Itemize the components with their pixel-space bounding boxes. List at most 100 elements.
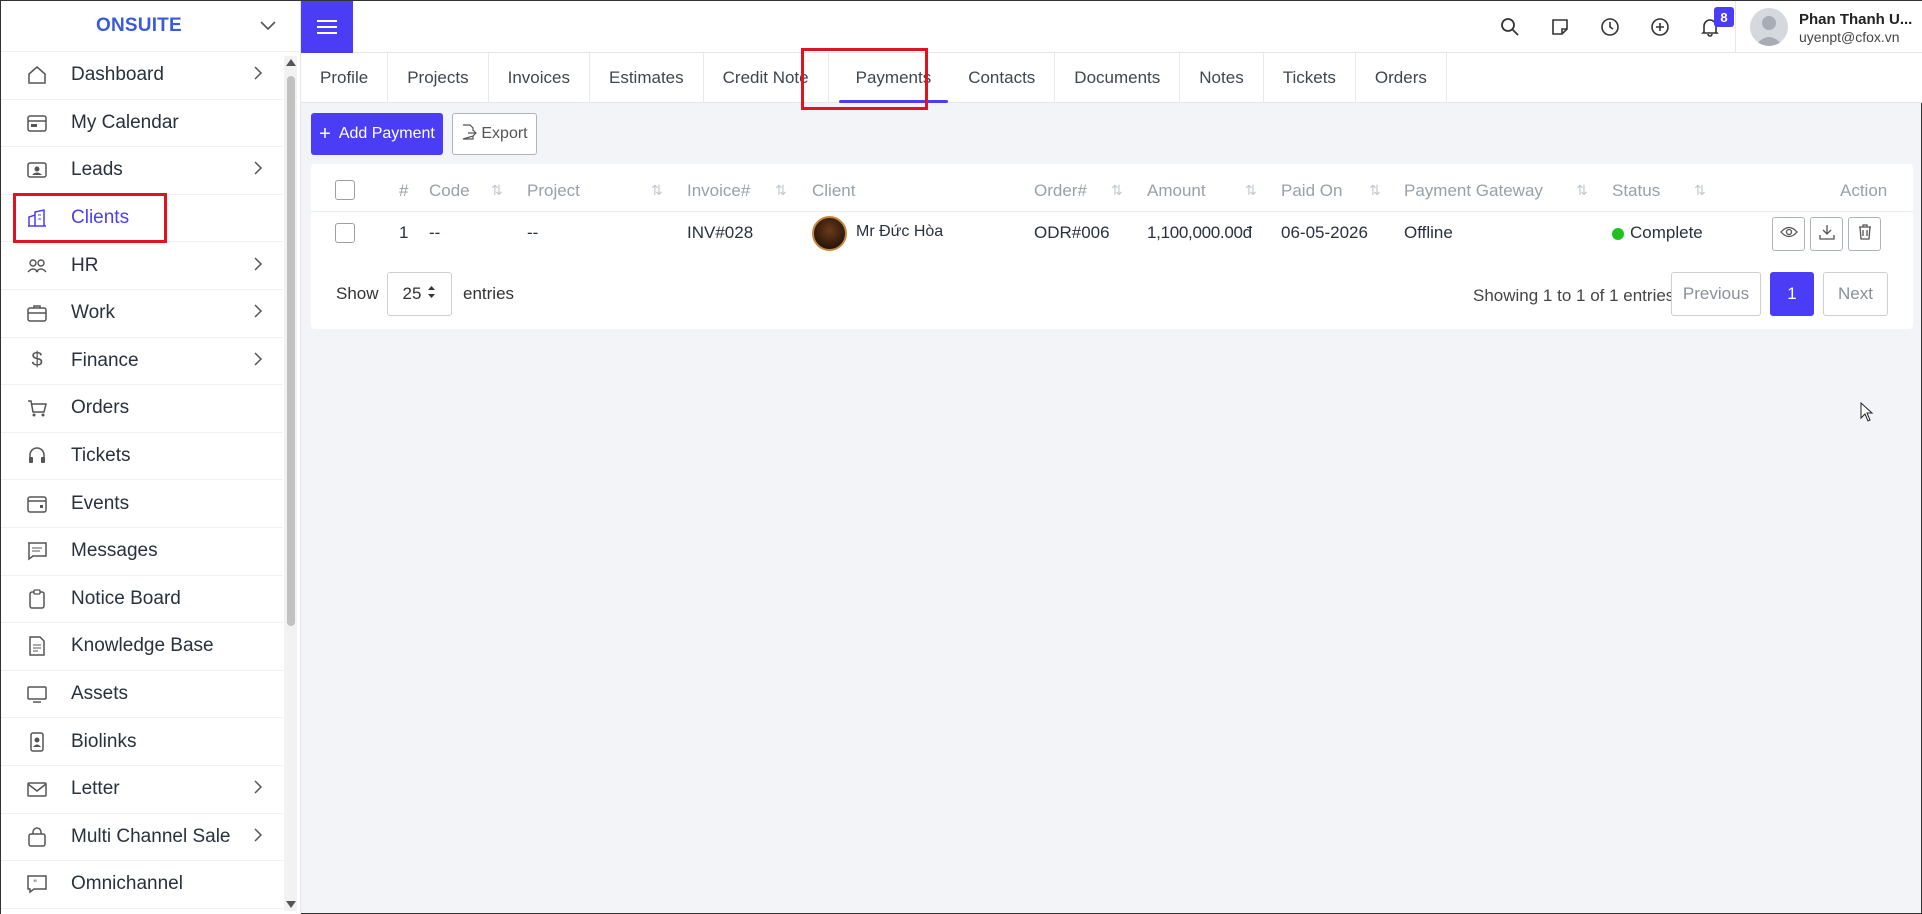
menu-toggle-button[interactable] [301,1,353,53]
column-header-payment-gateway[interactable]: Payment Gateway [1404,181,1543,201]
sidebar-item-orders[interactable]: Orders [1,385,283,433]
scroll-up-arrow-icon[interactable] [286,59,296,66]
sidebar-item-knowledge-base[interactable]: Knowledge Base [1,623,283,671]
sidebar-item-label: Notice Board [71,587,181,609]
column-header-amount[interactable]: Amount [1147,181,1206,201]
client-avatar[interactable] [812,216,847,251]
monitor-icon [25,682,49,706]
chevron-right-icon [254,304,263,322]
tab-documents[interactable]: Documents [1055,53,1181,103]
column-header-invoice[interactable]: Invoice# [687,181,750,201]
sort-icon[interactable]: ⇅ [491,182,503,199]
avatar[interactable] [1750,8,1788,46]
sidebar-item-multi-channel-sale[interactable]: Multi Channel Sale [1,814,283,862]
sidebar-item-label: Knowledge Base [71,635,214,657]
header-divider [1735,1,1736,53]
tab-payments[interactable]: Payments [829,53,959,103]
clock-icon[interactable] [1598,15,1622,39]
sort-icon[interactable]: ⇅ [1111,182,1123,199]
status-badge: Complete [1612,223,1703,243]
calendar-icon [25,111,49,135]
sort-icon[interactable]: ⇅ [1576,182,1588,199]
scrollbar-thumb[interactable] [287,76,295,626]
column-header-paid-on[interactable]: Paid On [1281,181,1342,201]
sidebar-item-letter[interactable]: Letter [1,766,283,814]
previous-page-button[interactable]: Previous [1671,272,1761,316]
sidebar-item-notice-board[interactable]: Notice Board [1,576,283,624]
sidebar-item-biolinks[interactable]: Biolinks [1,718,283,766]
export-icon [461,123,478,145]
row-invoice-link[interactable]: INV#028 [687,223,753,243]
tab-invoices[interactable]: Invoices [489,53,590,103]
sticky-note-icon[interactable] [1548,15,1572,39]
row-code: -- [429,223,441,242]
sidebar-item-omnichannel[interactable]: " Omnichannel [1,861,283,909]
column-header-code[interactable]: Code [429,181,470,201]
tab-notes[interactable]: Notes [1180,53,1264,103]
download-button[interactable] [1810,217,1843,251]
user-name[interactable]: Phan Thanh U... [1799,11,1912,28]
search-icon[interactable] [1498,15,1522,39]
add-payment-label: Add Payment [338,125,435,142]
tab-profile[interactable]: Profile [301,53,389,103]
sort-icon[interactable]: ⇅ [1369,182,1381,199]
clipboard-icon [25,587,49,611]
sidebar-item-finance[interactable]: $ Finance [1,338,283,386]
plus-circle-icon[interactable] [1648,15,1672,39]
payments-table-card: # Code ⇅ Project ⇅ Invoice# ⇅ Client Ord… [311,164,1913,329]
row-checkbox[interactable] [335,223,355,243]
sidebar-item-label: My Calendar [71,111,179,133]
sort-icon[interactable]: ⇅ [651,182,663,199]
sidebar-item-my-calendar[interactable]: My Calendar [1,100,283,148]
brand-name: ONSUITE [96,15,182,36]
sidebar-item-clients[interactable]: Clients [1,195,283,243]
tab-projects[interactable]: Projects [388,53,489,103]
delete-button[interactable] [1848,217,1881,251]
sort-icon[interactable]: ⇅ [1245,182,1257,199]
chat-quote-icon: " [25,872,49,896]
tab-contacts[interactable]: Contacts [958,53,1056,103]
sidebar-item-label: Tickets [71,445,131,467]
sidebar-item-assets[interactable]: Assets [1,671,283,719]
sidebar-item-events[interactable]: Events [1,480,283,528]
message-icon [25,539,49,563]
row-order-link[interactable]: ODR#006 [1034,223,1110,243]
user-email: uyenpt@cfox.vn [1799,29,1900,45]
next-page-button[interactable]: Next [1823,272,1888,316]
sidebar-item-work[interactable]: Work [1,290,283,338]
sidebar-item-messages[interactable]: Messages [1,528,283,576]
view-button[interactable] [1772,217,1805,251]
plus-icon: + [319,123,331,145]
tab-estimates[interactable]: Estimates [590,53,704,103]
page-size-select[interactable]: 25 [387,272,452,316]
sidebar-item-leads[interactable]: Leads [1,147,283,195]
row-client-name[interactable]: Mr Đức Hòa [856,223,943,241]
sidebar-item-tickets[interactable]: Tickets [1,433,283,481]
sort-icon[interactable]: ⇅ [775,182,787,199]
current-page-button[interactable]: 1 [1770,272,1814,316]
download-icon [1818,224,1835,245]
column-header-status[interactable]: Status [1612,181,1660,201]
sidebar-item-label: Work [71,302,115,324]
chevron-right-icon [254,257,263,275]
sidebar-item-hr[interactable]: HR [1,242,283,290]
sort-icon[interactable]: ⇅ [1694,182,1706,199]
scroll-down-arrow-icon[interactable] [286,901,296,908]
tab-orders[interactable]: Orders [1356,53,1447,103]
sidebar-item-label: Multi Channel Sale [71,825,231,847]
column-header-project[interactable]: Project [527,181,580,201]
add-payment-button[interactable]: + Add Payment [311,113,443,155]
tab-tickets[interactable]: Tickets [1264,53,1356,103]
sidebar-item-dashboard[interactable]: Dashboard [1,52,283,100]
cart-icon [25,396,49,420]
select-all-checkbox[interactable] [335,180,355,200]
column-header-order[interactable]: Order# [1034,181,1087,201]
brand-header[interactable]: ONSUITE [1,1,300,52]
document-icon [25,634,49,658]
sidebar-scrollbar[interactable] [284,56,297,911]
export-button[interactable]: Export [452,113,537,155]
chevron-right-icon [254,161,263,179]
tab-credit-note[interactable]: Credit Note [704,53,829,103]
bag-icon [25,825,49,849]
chevron-down-icon[interactable] [260,18,276,34]
